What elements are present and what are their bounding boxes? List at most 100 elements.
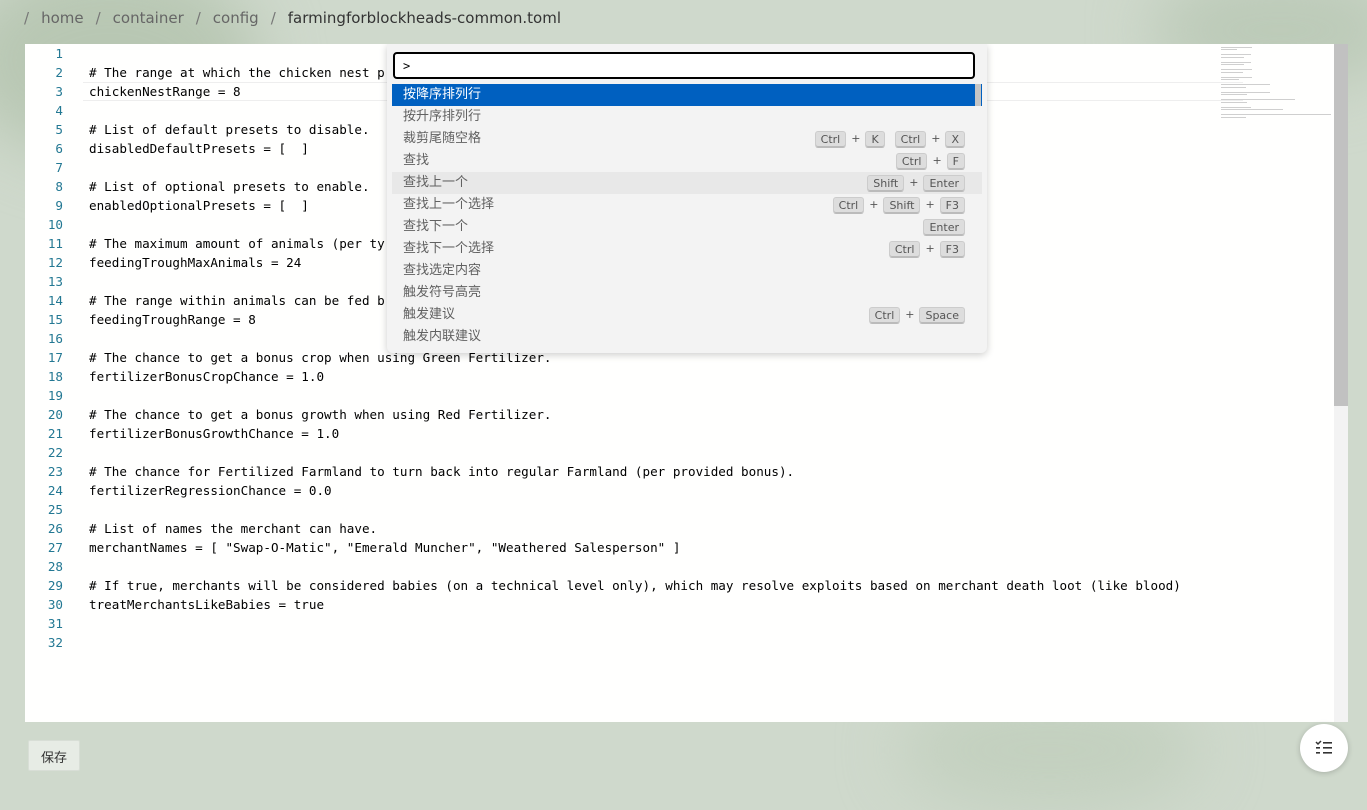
outline-fab-button[interactable] <box>1300 724 1348 772</box>
command-palette-item[interactable]: 触发内联建议 <box>392 326 982 348</box>
line-number: 30 <box>47 597 63 612</box>
key-plus: + <box>932 154 942 167</box>
command-palette-item[interactable]: 查找上一个 Shift + Enter <box>392 172 982 194</box>
code-line[interactable]: 21 fertilizerBonusGrowthChance = 1.0 <box>25 424 1225 443</box>
breadcrumb: / home / container / config / farmingforblockhe… <box>24 6 561 30</box>
command-label: 触发内联建议 <box>403 329 482 344</box>
minimap-line <box>1221 71 1244 73</box>
line-text: treatMerchantsLikeBabies = true <box>89 597 325 612</box>
keybinding: Ctrl + Shift + F3 <box>832 194 965 216</box>
minimap-line <box>1221 84 1270 85</box>
line-text: # The chance to get a bonus growth when … <box>89 407 552 422</box>
code-line[interactable]: 20 # The chance to get a bonus growth whe… <box>25 405 1225 424</box>
line-number: 21 <box>47 426 63 441</box>
key-cap: Enter <box>923 174 965 192</box>
code-line[interactable]: 27 merchantNames = [ "Swap-O-Matic", "Eme… <box>25 538 1225 557</box>
minimap-line <box>1221 99 1296 100</box>
list-outline-icon <box>1315 740 1332 754</box>
line-number: 20 <box>47 407 63 422</box>
key-cap: Ctrl <box>814 130 847 148</box>
code-line[interactable]: 30 treatMerchantsLikeBabies = true <box>25 595 1225 614</box>
line-number: 1 <box>55 46 63 61</box>
code-line[interactable]: 24 fertilizerRegressionChance = 0.0 <box>25 481 1225 500</box>
code-line[interactable]: 19 <box>25 386 1225 405</box>
keybinding: Ctrl + F3 <box>888 238 965 260</box>
code-editor[interactable]: 1 2 # The range at which the chicken nest … <box>25 44 1348 722</box>
line-number: 13 <box>47 274 63 289</box>
command-palette-item[interactable]: 按降序排列行 <box>392 84 982 106</box>
minimap-line <box>1221 56 1245 58</box>
minimap[interactable] <box>1221 44 1333 124</box>
breadcrumb-separator: / <box>95 9 101 27</box>
line-number: 3 <box>55 84 63 99</box>
command-palette-item[interactable]: 查找选定内容 <box>392 260 982 282</box>
line-number: 25 <box>47 502 63 517</box>
command-palette-item[interactable]: 查找下一个选择 Ctrl + F3 <box>392 238 982 260</box>
command-palette-item[interactable]: 查找 Ctrl + F <box>392 150 982 172</box>
code-line[interactable]: 22 <box>25 443 1225 462</box>
code-line[interactable]: 28 <box>25 557 1225 576</box>
line-number: 8 <box>55 179 63 194</box>
code-line[interactable]: 25 <box>25 500 1225 519</box>
command-label: 触发符号高亮 <box>403 285 482 300</box>
minimap-line <box>1221 79 1239 80</box>
line-text: fertilizerRegressionChance = 0.0 <box>89 483 332 498</box>
command-palette-item[interactable]: 查找下一个 Enter <box>392 216 982 238</box>
keybinding: Ctrl + K Ctrl + X <box>814 128 965 150</box>
line-text: # The maximum amount of animals (per ty <box>89 236 385 251</box>
key-cap: Ctrl <box>894 130 927 148</box>
line-number: 14 <box>47 293 63 308</box>
line-text: # List of names the merchant can have. <box>89 521 378 536</box>
line-number: 31 <box>47 616 63 631</box>
line-number: 24 <box>47 483 63 498</box>
key-cap: X <box>945 130 965 148</box>
code-line[interactable]: 29 # If true, merchants will be considere… <box>25 576 1225 595</box>
line-text: chickenNestRange = 8 <box>89 84 241 99</box>
command-palette-scrollbar[interactable] <box>975 84 981 106</box>
code-line[interactable]: 23 # The chance for Fertilized Farmland t… <box>25 462 1225 481</box>
command-palette-input[interactable] <box>393 52 975 79</box>
key-plus: + <box>909 176 919 189</box>
line-number: 29 <box>47 578 63 593</box>
command-palette-item[interactable]: 触发建议 Ctrl + Space <box>392 304 982 326</box>
code-line[interactable]: 31 <box>25 614 1225 633</box>
minimap-line <box>1221 101 1247 103</box>
code-line[interactable]: 18 fertilizerBonusCropChance = 1.0 <box>25 367 1225 386</box>
command-palette-item[interactable]: 查找上一个选择 Ctrl + Shift + F3 <box>392 194 982 216</box>
line-number: 23 <box>47 464 63 479</box>
key-cap: Shift <box>867 174 905 192</box>
line-number: 4 <box>55 103 63 118</box>
key-cap: Space <box>919 306 965 324</box>
key-plus: + <box>925 242 935 255</box>
key-plus: + <box>925 198 935 211</box>
breadcrumb-item[interactable]: container <box>113 9 184 27</box>
line-number: 9 <box>55 198 63 213</box>
line-number: 32 <box>47 635 63 650</box>
line-text: disabledDefaultPresets = [ ] <box>89 141 309 156</box>
command-palette-item[interactable]: 裁剪尾随空格 Ctrl + K Ctrl + X <box>392 128 982 150</box>
keybinding: Ctrl + Space <box>868 304 965 326</box>
command-palette: 按降序排列行按升序排列行裁剪尾随空格Ctrl+KCtrl+X查找Ctrl+F查找… <box>387 44 987 353</box>
command-palette-item[interactable]: 触发符号高亮 <box>392 282 982 304</box>
minimap-line <box>1221 64 1245 65</box>
key-cap: Ctrl <box>895 152 928 170</box>
vertical-scrollbar-thumb[interactable] <box>1334 44 1348 406</box>
line-number: 17 <box>47 350 63 365</box>
minimap-line <box>1221 86 1246 88</box>
line-number: 16 <box>47 331 63 346</box>
key-plus: + <box>905 308 915 321</box>
breadcrumb-item: farmingforblockheads-common.toml <box>287 9 561 27</box>
code-line[interactable]: 26 # List of names the merchant can have. <box>25 519 1225 538</box>
command-label: 裁剪尾随空格 <box>403 131 482 146</box>
line-text: # List of optional presets to enable. <box>89 179 370 194</box>
breadcrumb-item[interactable]: home <box>41 9 84 27</box>
keybinding: Enter <box>923 216 965 238</box>
save-button[interactable]: 保存 <box>28 740 80 771</box>
breadcrumb-item[interactable]: config <box>213 9 259 27</box>
code-line[interactable]: 32 <box>25 633 1225 652</box>
keybinding: Shift + Enter <box>867 172 965 194</box>
minimap-line <box>1221 49 1237 50</box>
key-plus: + <box>851 132 861 145</box>
command-palette-item[interactable]: 按升序排列行 <box>392 106 982 128</box>
line-text: merchantNames = [ "Swap-O-Matic", "Emera… <box>89 540 681 555</box>
